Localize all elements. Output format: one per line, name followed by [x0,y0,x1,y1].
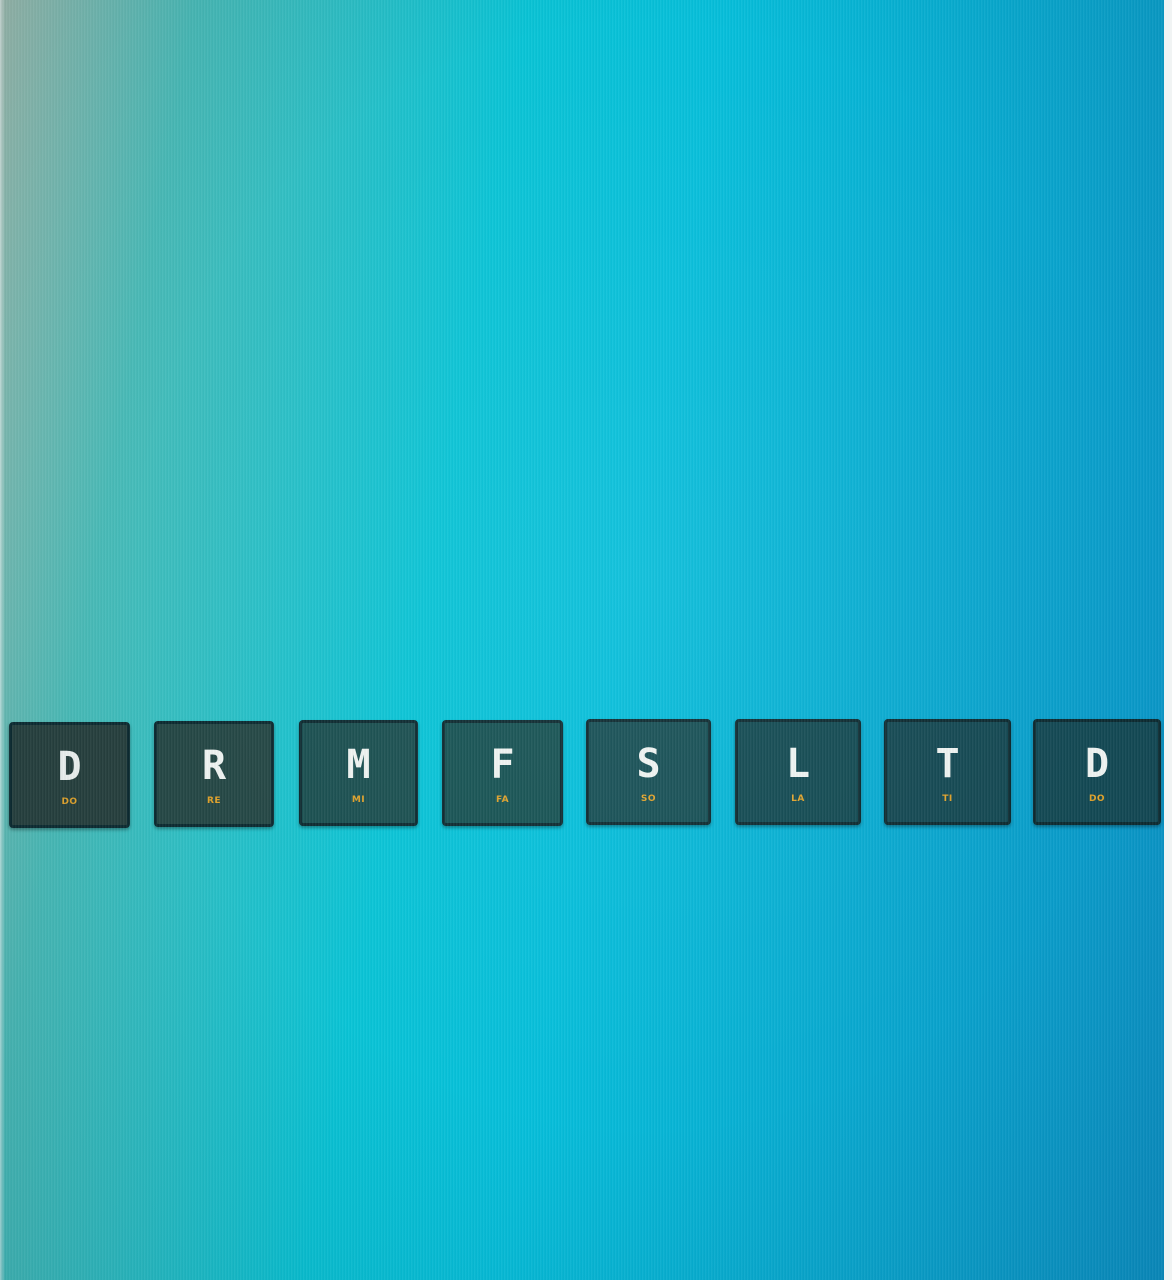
key-syllable: DO [61,797,78,807]
key-la[interactable]: L LA [735,719,861,825]
key-ti[interactable]: T TI [884,719,1011,825]
key-letter: M [346,742,371,788]
key-syllable: MI [351,795,366,805]
key-syllable: DO [1088,794,1106,804]
key-syllable: RE [206,796,222,806]
solfege-keys-row: D DO R RE M MI F FA S SO L LA T TI D DO [0,0,1172,1280]
key-re[interactable]: R RE [154,721,274,827]
key-do[interactable]: D DO [9,722,130,828]
key-syllable: TI [942,794,953,804]
key-letter: D [1084,741,1110,787]
key-syllable: FA [495,795,510,805]
key-mi[interactable]: M MI [299,720,418,826]
key-letter: R [201,743,227,789]
key-letter: L [785,741,811,787]
key-letter: S [636,741,661,787]
screen-right-edge [1164,0,1172,1280]
key-syllable: SO [640,794,657,804]
key-letter: F [490,742,515,788]
key-do-high[interactable]: D DO [1033,719,1161,825]
key-letter: D [57,744,82,790]
key-fa[interactable]: F FA [442,720,563,826]
key-so[interactable]: S SO [586,719,711,825]
key-letter: T [935,741,960,787]
key-syllable: LA [791,794,805,804]
